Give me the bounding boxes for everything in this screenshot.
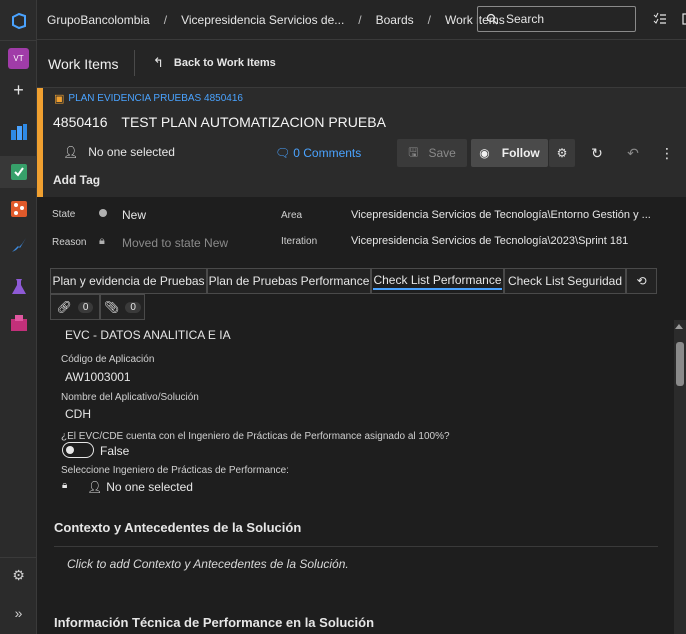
person-icon: 👤︎ xyxy=(63,145,79,159)
evc-field[interactable]: EVC - DATOS ANALITICA E IA xyxy=(65,328,231,342)
scroll-up-arrow[interactable] xyxy=(675,324,683,329)
page-header: Work Items ↰ Back to Work Items xyxy=(37,40,686,88)
more-vertical-icon: ⋮ xyxy=(660,144,674,161)
type-accent-bar xyxy=(37,88,43,197)
comment-icon: 🗨︎ xyxy=(275,146,291,160)
attachments-tab[interactable]: 📎︎ 0 xyxy=(100,294,145,320)
back-arrow-icon: ↰ xyxy=(153,55,164,70)
reason-label: Reason xyxy=(52,237,87,248)
breadcrumb-separator: / xyxy=(427,12,431,27)
state-dot-icon xyxy=(99,209,107,217)
links-tab[interactable]: 🔗︎ 0 xyxy=(50,294,100,320)
refresh-button[interactable]: ↻ xyxy=(586,141,608,165)
azure-devops-logo-icon[interactable] xyxy=(8,10,29,31)
list-check-icon[interactable] xyxy=(653,12,667,26)
contexto-field[interactable]: Click to add Contexto y Antecedentes de … xyxy=(67,557,349,571)
divider xyxy=(54,546,658,547)
codigo-field[interactable]: AW1003001 xyxy=(65,370,131,384)
back-to-work-items-button[interactable]: ↰ Back to Work Items xyxy=(153,55,276,71)
info-tecnica-heading: Información Técnica de Performance en la… xyxy=(54,615,375,630)
seleccione-label: Seleccione Ingeniero de Prácticas de Per… xyxy=(61,465,289,476)
comments-link[interactable]: 🗨︎ 0 Comments xyxy=(275,146,361,160)
lock-icon: 🔒︎ xyxy=(99,235,105,247)
work-item-id: 4850416 xyxy=(53,114,108,130)
history-icon: ⟲ xyxy=(636,274,647,288)
tab-plan-performance[interactable]: Plan de Pruebas Performance xyxy=(207,268,371,294)
add-tag-button[interactable]: Add Tag xyxy=(53,173,100,187)
area-field[interactable]: Vicepresidencia Servicios de Tecnología\… xyxy=(351,209,651,221)
ingeniero-question-label: ¿El EVC/CDE cuenta con el Ingeniero de P… xyxy=(61,431,450,442)
work-item-header: ▣ PLAN EVIDENCIA PRUEBAS 4850416 4850416… xyxy=(37,88,686,197)
undo-button[interactable]: ↶ xyxy=(622,141,644,165)
follow-settings-button[interactable]: ⚙ xyxy=(549,139,575,167)
artifacts-icon[interactable] xyxy=(8,312,29,333)
search-icon xyxy=(486,13,498,25)
codigo-label: Código de Aplicación xyxy=(61,354,155,365)
scrollbar[interactable] xyxy=(674,320,686,634)
search-input[interactable]: Search xyxy=(477,6,636,32)
work-item-type: ▣ PLAN EVIDENCIA PRUEBAS 4850416 xyxy=(54,93,243,105)
left-nav: VT + ⚙ » xyxy=(0,0,37,634)
work-item-title[interactable]: TEST PLAN AUTOMATIZACION PRUEBA xyxy=(121,114,386,130)
gear-icon[interactable]: ⚙ xyxy=(8,565,29,586)
undo-icon: ↶ xyxy=(627,144,639,161)
avatar[interactable]: VT xyxy=(8,48,29,69)
tab-check-list-seguridad[interactable]: Check List Seguridad xyxy=(504,268,626,294)
tab-check-list-performance[interactable]: Check List Performance xyxy=(371,268,504,294)
more-actions-button[interactable]: ⋮ xyxy=(656,141,678,165)
assigned-to-field[interactable]: 👤︎ No one selected xyxy=(63,145,175,159)
page-title: Work Items xyxy=(48,56,119,72)
work-item-type-icon: ▣ xyxy=(54,93,65,105)
iteration-label: Iteration xyxy=(281,236,318,247)
nombre-label: Nombre del Aplicativo/Solución xyxy=(61,392,199,403)
toggle-value: False xyxy=(100,444,130,458)
ingeniero-toggle[interactable] xyxy=(62,442,94,458)
toggle-knob xyxy=(66,446,74,454)
lock-icon: 🔒︎ xyxy=(62,480,68,491)
breadcrumb-boards[interactable]: Boards xyxy=(376,13,414,27)
plus-icon[interactable]: + xyxy=(8,80,29,101)
boards-icon[interactable] xyxy=(8,121,29,142)
link-icon: 🔗︎ xyxy=(56,300,72,314)
area-label: Area xyxy=(281,210,303,221)
repos-icon[interactable] xyxy=(8,198,29,219)
breadcrumb-separator: / xyxy=(358,12,362,27)
breadcrumb-org[interactable]: GrupoBancolombia xyxy=(47,13,150,27)
person-icon: 👤︎ xyxy=(87,480,103,494)
boards-check-icon[interactable] xyxy=(0,156,37,188)
pipelines-icon[interactable] xyxy=(8,234,29,255)
save-button[interactable]: 🖫 Save xyxy=(397,139,467,167)
contexto-heading: Contexto y Antecedentes de la Solución xyxy=(54,520,302,535)
breadcrumb-separator: / xyxy=(163,12,168,27)
chevron-double-right-icon[interactable]: » xyxy=(8,602,29,623)
test-plans-icon[interactable] xyxy=(8,276,29,297)
history-tab[interactable]: ⟲ xyxy=(626,268,657,294)
follow-button[interactable]: ◉ Follow xyxy=(471,139,548,167)
gear-icon: ⚙ xyxy=(556,146,568,160)
top-bar: GrupoBancolombia / Vicepresidencia Servi… xyxy=(37,0,686,40)
tab-plan-evidencia[interactable]: Plan y evidencia de Pruebas xyxy=(50,268,207,294)
state-field[interactable]: New xyxy=(122,208,146,222)
iteration-field[interactable]: Vicepresidencia Servicios de Tecnología\… xyxy=(351,235,628,247)
seleccione-field[interactable]: 👤︎ No one selected xyxy=(87,480,193,494)
paperclip-icon: 📎︎ xyxy=(104,300,120,314)
reason-field: Moved to state New xyxy=(122,236,229,250)
eye-icon: ◉ xyxy=(479,146,490,160)
shopping-bag-icon[interactable] xyxy=(681,12,686,26)
save-icon: 🖫 xyxy=(408,144,419,159)
state-label: State xyxy=(52,209,76,220)
scroll-thumb[interactable] xyxy=(676,342,684,386)
nombre-field[interactable]: CDH xyxy=(65,407,91,421)
refresh-icon: ↻ xyxy=(591,144,603,161)
breadcrumb-project[interactable]: Vicepresidencia Servicios de... xyxy=(181,13,344,27)
work-item-form: ▣ PLAN EVIDENCIA PRUEBAS 4850416 4850416… xyxy=(37,88,686,633)
